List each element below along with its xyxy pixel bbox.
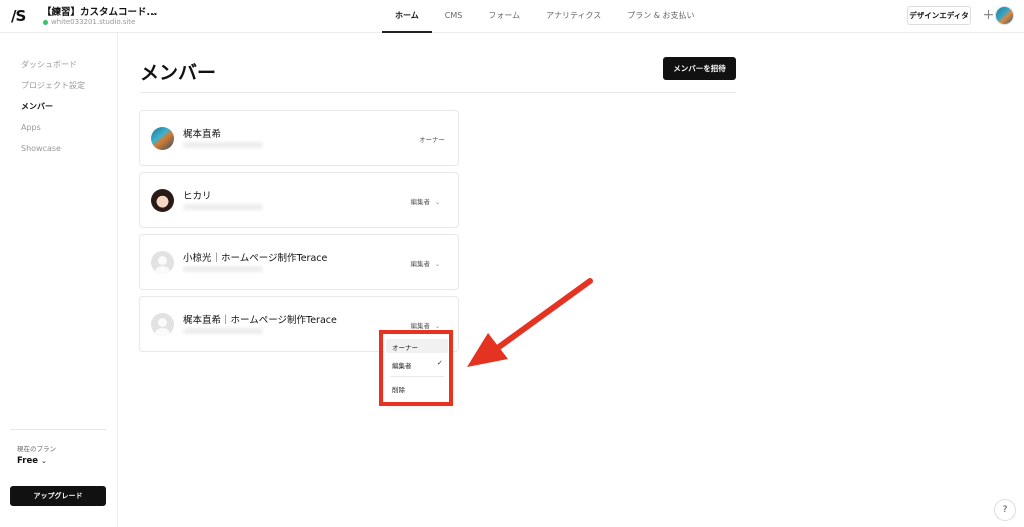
sidebar-item-project-settings[interactable]: プロジェクト設定 <box>21 80 85 91</box>
member-email-redacted <box>183 328 263 334</box>
sidebar-divider <box>10 429 106 430</box>
help-button[interactable]: ? <box>994 499 1016 521</box>
chevron-down-icon: ⌄ <box>40 457 47 465</box>
chevron-down-icon[interactable]: ⌄ <box>150 8 157 17</box>
tab-plan-billing[interactable]: プラン & お支払い <box>614 0 707 33</box>
title-divider <box>140 92 736 93</box>
member-email-redacted <box>183 142 263 148</box>
chevron-down-icon: ⌄ <box>434 323 440 330</box>
role-select[interactable]: 編集者 ⌄ <box>410 258 440 268</box>
sidebar-item-dashboard[interactable]: ダッシュボード <box>21 59 77 70</box>
plan-selector[interactable]: Free ⌄ <box>17 456 47 466</box>
plan-value: Free <box>17 456 38 466</box>
page-title: メンバー <box>140 62 217 84</box>
role-select-value: 編集者 <box>410 322 430 330</box>
chevron-down-icon: ⌄ <box>434 261 440 268</box>
project-url-text: white033201.studio.site <box>51 18 136 26</box>
member-card: ヒカリ 編集者 ⌄ <box>139 172 459 228</box>
invite-member-button[interactable]: メンバーを招待 <box>663 57 736 80</box>
member-name: 小椋光｜ホームページ制作Terace <box>183 253 328 264</box>
member-avatar <box>151 127 174 150</box>
sidebar-item-apps[interactable]: Apps <box>21 123 41 132</box>
member-email-redacted <box>183 204 263 210</box>
member-avatar <box>151 189 174 212</box>
project-url[interactable]: white033201.studio.site <box>43 18 135 26</box>
design-editor-button[interactable]: デザインエディタ <box>907 6 971 25</box>
role-select[interactable]: 編集者 ⌄ <box>410 320 440 330</box>
chevron-down-icon: ⌄ <box>434 199 440 206</box>
project-title[interactable]: 【練習】カスタムコード... <box>42 4 157 18</box>
role-select-value: 編集者 <box>410 260 430 268</box>
role-select[interactable]: 編集者 ⌄ <box>410 196 440 206</box>
member-card: 小椋光｜ホームページ制作Terace 編集者 ⌄ <box>139 234 459 290</box>
annotation-highlight-box <box>379 330 453 406</box>
member-name: ヒカリ <box>183 191 212 202</box>
member-avatar-placeholder-icon <box>151 313 174 336</box>
status-dot-icon <box>43 19 48 25</box>
studio-logo-icon[interactable]: /S <box>11 7 26 25</box>
member-role: オーナー <box>419 136 445 144</box>
tab-cms[interactable]: CMS <box>432 0 476 33</box>
top-bar: /S 【練習】カスタムコード... ⌄ white033201.studio.s… <box>0 0 1024 33</box>
upgrade-button[interactable]: アップグレード <box>10 486 106 506</box>
main-nav: ホーム CMS フォーム アナリティクス プラン & お支払い <box>382 0 708 33</box>
tab-home[interactable]: ホーム <box>382 0 432 33</box>
member-email-redacted <box>183 266 263 272</box>
sidebar-item-members[interactable]: メンバー <box>21 101 53 112</box>
sidebar: ダッシュボード プロジェクト設定 メンバー Apps Showcase 現在のプ… <box>0 33 118 527</box>
sidebar-item-showcase[interactable]: Showcase <box>21 144 61 153</box>
member-card: 梶本直希 オーナー <box>139 110 459 166</box>
member-avatar-placeholder-icon <box>151 251 174 274</box>
member-name: 梶本直希 <box>183 129 222 140</box>
member-name: 梶本直希｜ホームページ制作Terace <box>183 315 337 326</box>
role-select-value: 編集者 <box>410 198 430 206</box>
tab-form[interactable]: フォーム <box>475 0 533 33</box>
tab-analytics[interactable]: アナリティクス <box>533 0 614 33</box>
plan-label: 現在のプラン <box>17 445 56 453</box>
user-avatar[interactable] <box>995 6 1014 25</box>
